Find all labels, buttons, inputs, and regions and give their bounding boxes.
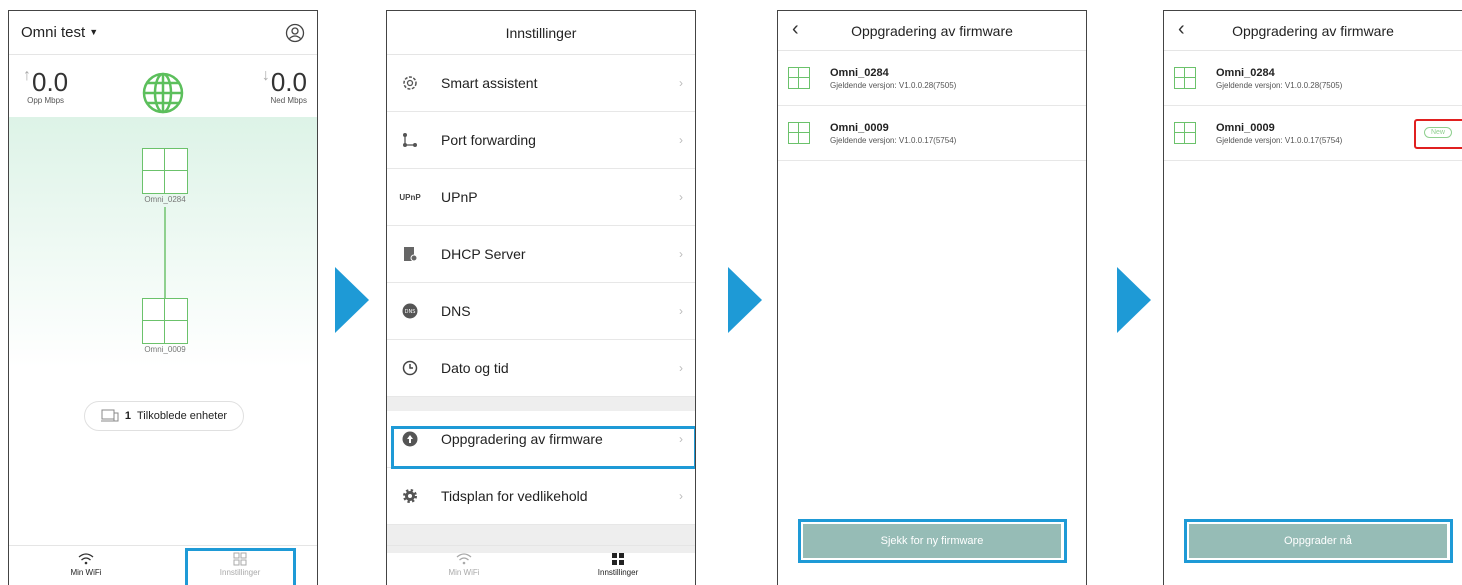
device-version: Gjeldende versjon: V1.0.0.17(5754)	[830, 135, 957, 145]
settings-title: Innstillinger	[387, 11, 695, 55]
node-icon	[788, 122, 810, 144]
firmware-check-screen: ‹ Oppgradering av firmware Omni_0284 Gje…	[777, 10, 1087, 585]
network-name: Omni test	[21, 23, 86, 41]
device-row[interactable]: Omni_0009 Gjeldende versjon: V1.0.0.17(5…	[1164, 106, 1462, 161]
upgrade-button-highlight	[1184, 519, 1453, 563]
chevron-right-icon: ›	[679, 247, 683, 261]
menu-item-label: Port forwarding	[441, 132, 536, 148]
chevron-right-icon: ›	[679, 304, 683, 318]
download-stat: ↓0.0 Ned Mbps	[262, 67, 307, 105]
wifi-icon	[456, 552, 472, 568]
menu-item-label: DNS	[441, 303, 471, 319]
menu-item-label: DHCP Server	[441, 246, 526, 262]
chevron-right-icon: ›	[679, 361, 683, 375]
dns-icon: DNS	[401, 302, 419, 320]
menu-item-upnp[interactable]: UPnP UPnP ›	[387, 169, 695, 226]
menu-item-date-time[interactable]: Dato og tid ›	[387, 340, 695, 397]
step-arrow-icon	[1117, 267, 1151, 333]
gear-outline-icon	[401, 74, 419, 92]
device-name: Omni_0009	[830, 121, 889, 134]
device-name: Omni_0009	[1216, 121, 1275, 134]
download-value: 0.0	[270, 67, 307, 97]
upload-label: Opp Mbps	[27, 96, 65, 105]
tab-bar: Min WiFi Innstillinger	[387, 545, 695, 585]
firmware-upgrade-screen: ‹ Oppgradering av firmware Omni_0284 Gje…	[1163, 10, 1462, 585]
menu-item-maintenance-schedule[interactable]: Tidsplan for vedlikehold ›	[387, 468, 695, 525]
device-row[interactable]: Omni_0009 Gjeldende versjon: V1.0.0.17(5…	[778, 106, 1086, 161]
header: ‹ Oppgradering av firmware	[778, 11, 1086, 51]
tab-label: Min WiFi	[70, 568, 102, 577]
step-arrow-icon	[335, 267, 369, 333]
tab-label: Min WiFi	[448, 568, 480, 577]
device-row[interactable]: Omni_0284 Gjeldende versjon: V1.0.0.28(7…	[778, 51, 1086, 106]
chevron-right-icon: ›	[679, 489, 683, 503]
page-title: Oppgradering av firmware	[1232, 22, 1394, 39]
device-row[interactable]: Omni_0284 Gjeldende versjon: V1.0.0.28(7…	[1164, 51, 1462, 106]
settings-tab-highlight	[185, 548, 296, 585]
tab-my-wifi[interactable]: Min WiFi	[9, 546, 163, 585]
header: ‹ Oppgradering av firmware	[1164, 11, 1462, 51]
settings-screen: Innstillinger Smart assistent › Port for…	[386, 10, 696, 585]
tab-label: Innstillinger	[597, 568, 639, 577]
speed-stats: ↑0.0 Opp Mbps ↓0.0 Ned Mbps	[9, 55, 317, 115]
node-omni-0009[interactable]	[142, 298, 188, 344]
internet-globe-icon	[142, 72, 184, 114]
clock-icon	[401, 359, 419, 377]
upload-arrow-icon: ↑	[23, 67, 31, 84]
menu-item-smart-assistant[interactable]: Smart assistent ›	[387, 55, 695, 112]
menu-item-dhcp-server[interactable]: DHCP Server ›	[387, 226, 695, 283]
user-account-icon[interactable]	[285, 23, 305, 43]
upload-stat: ↑0.0 Opp Mbps	[23, 67, 68, 105]
menu-item-port-forwarding[interactable]: Port forwarding ›	[387, 112, 695, 169]
node-icon	[1174, 122, 1196, 144]
home-screen: Omni test ▼ ↑0.0 Opp Mbps ↓0.0 Ned Mbps O…	[8, 10, 318, 585]
new-badge-highlight	[1414, 119, 1462, 149]
caret-down-icon: ▼	[89, 27, 99, 38]
menu-item-dns[interactable]: DNS DNS ›	[387, 283, 695, 340]
device-version: Gjeldende versjon: V1.0.0.28(7505)	[830, 80, 957, 90]
grid-icon	[611, 552, 625, 568]
back-arrow-icon[interactable]: ‹	[1178, 18, 1185, 41]
home-header: Omni test ▼	[9, 11, 317, 55]
tab-settings[interactable]: Innstillinger	[541, 546, 695, 585]
firmware-item-highlight	[391, 426, 695, 469]
section-divider	[387, 397, 695, 411]
node-label: Omni_0009	[144, 345, 186, 354]
connected-devices-button[interactable]: 1 Tilkoblede enheter	[84, 401, 244, 431]
upload-value: 0.0	[32, 67, 69, 97]
device-version: Gjeldende versjon: V1.0.0.28(7505)	[1216, 80, 1343, 90]
back-arrow-icon[interactable]: ‹	[792, 18, 799, 41]
devices-icon	[100, 409, 119, 422]
chevron-right-icon: ›	[679, 133, 683, 147]
port-forward-icon	[401, 131, 419, 149]
node-link-line	[164, 207, 166, 299]
check-button-highlight	[798, 519, 1067, 563]
network-selector[interactable]: Omni test ▼	[21, 24, 98, 42]
menu-item-label: Dato og tid	[441, 360, 509, 376]
download-arrow-icon: ↓	[261, 67, 270, 84]
device-name: Omni_0284	[1216, 66, 1275, 79]
menu-item-label: Tidsplan for vedlikehold	[441, 488, 588, 504]
device-version: Gjeldende versjon: V1.0.0.17(5754)	[1216, 135, 1343, 145]
node-icon	[788, 67, 810, 89]
node-label: Omni_0284	[144, 195, 186, 204]
devices-count: 1	[124, 410, 131, 422]
node-icon	[1174, 67, 1196, 89]
svg-text:DNS: DNS	[405, 309, 416, 315]
menu-item-label: UPnP	[441, 189, 478, 205]
dhcp-icon	[401, 245, 419, 263]
upnp-icon: UPnP	[399, 192, 421, 202]
devices-label: Tilkoblede enheter	[137, 410, 228, 422]
chevron-right-icon: ›	[679, 190, 683, 204]
menu-item-label: Smart assistent	[441, 75, 538, 91]
wifi-icon	[78, 552, 94, 568]
device-name: Omni_0284	[830, 66, 889, 79]
tab-my-wifi[interactable]: Min WiFi	[387, 546, 541, 585]
gear-icon	[401, 487, 419, 505]
step-arrow-icon	[728, 267, 762, 333]
node-omni-0284[interactable]	[142, 148, 188, 194]
chevron-right-icon: ›	[679, 76, 683, 90]
page-title: Oppgradering av firmware	[851, 22, 1013, 39]
